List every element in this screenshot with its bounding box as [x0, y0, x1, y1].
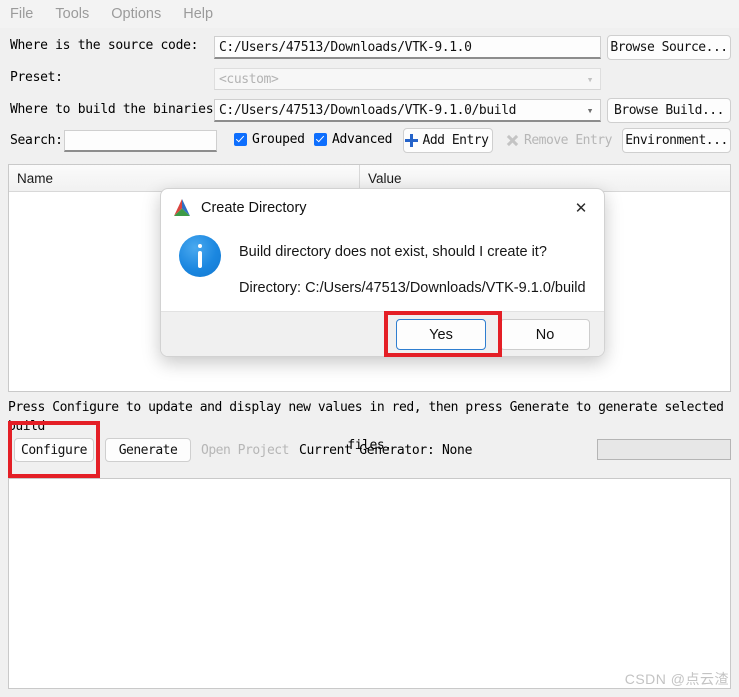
open-project-button[interactable]: Open Project	[198, 438, 292, 462]
source-code-row: Where is the source code:	[10, 38, 198, 53]
dialog-no-button[interactable]: No	[500, 319, 590, 350]
remove-x-icon	[506, 134, 519, 147]
build-dir-combo[interactable]: C:/Users/47513/Downloads/VTK-9.1.0/build…	[214, 99, 601, 122]
search-row: Search:	[10, 133, 63, 148]
chevron-down-icon: ▾	[586, 103, 594, 117]
source-code-input[interactable]: C:/Users/47513/Downloads/VTK-9.1.0	[214, 36, 601, 59]
source-code-label: Where is the source code:	[10, 38, 199, 53]
current-generator-label: Current Generator: None	[299, 443, 473, 458]
build-dir-label: Where to build the binaries:	[10, 102, 221, 117]
checkbox-checked-icon	[234, 133, 247, 146]
menu-bar: File Tools Options Help	[0, 0, 739, 28]
chevron-down-icon: ▾	[586, 72, 594, 86]
csdn-watermark: CSDN @点云渣	[624, 671, 729, 687]
build-dir-value: C:/Users/47513/Downloads/VTK-9.1.0/build	[219, 102, 517, 118]
checkbox-checked-icon	[314, 133, 327, 146]
dialog-body: Build directory does not exist, should I…	[161, 227, 604, 311]
grouped-label: Grouped	[252, 132, 305, 147]
output-log-panel[interactable]	[8, 478, 731, 689]
preset-value: <custom>	[219, 71, 279, 87]
browse-source-button[interactable]: Browse Source...	[607, 35, 731, 60]
build-dir-row: Where to build the binaries:	[10, 102, 221, 117]
preset-combo[interactable]: <custom> ▾	[214, 68, 601, 90]
configure-button[interactable]: Configure	[14, 438, 94, 462]
advanced-checkbox[interactable]: Advanced	[314, 132, 393, 147]
browse-build-button[interactable]: Browse Build...	[607, 98, 731, 123]
grouped-checkbox[interactable]: Grouped	[234, 132, 305, 147]
info-icon-stem	[198, 251, 202, 268]
status-hint-line1: Press Configure to update and display ne…	[8, 400, 724, 434]
create-directory-dialog: Create Directory ✕ Build directory does …	[160, 188, 605, 357]
dialog-directory-path: Directory: C:/Users/47513/Downloads/VTK-…	[239, 280, 586, 296]
top-form-area: Where is the source code: C:/Users/47513…	[0, 28, 739, 160]
dialog-yes-button[interactable]: Yes	[396, 319, 486, 350]
menu-file[interactable]: File	[10, 6, 33, 22]
menu-tools[interactable]: Tools	[55, 6, 89, 22]
menu-help[interactable]: Help	[183, 6, 213, 22]
preset-label: Preset:	[10, 70, 63, 85]
preset-row: Preset:	[10, 70, 63, 85]
add-entry-label: Add Entry	[422, 133, 489, 148]
dialog-title-bar: Create Directory ✕	[161, 189, 604, 227]
add-entry-button[interactable]: Add Entry	[403, 128, 493, 153]
remove-entry-button[interactable]: Remove Entry	[502, 128, 616, 153]
info-icon	[179, 235, 221, 277]
plus-icon	[404, 134, 418, 147]
generate-button[interactable]: Generate	[105, 438, 191, 462]
search-input[interactable]	[64, 130, 217, 152]
dialog-messages: Build directory does not exist, should I…	[239, 229, 586, 311]
dialog-message: Build directory does not exist, should I…	[239, 244, 547, 260]
search-label: Search:	[10, 133, 63, 148]
dialog-footer: Yes No	[161, 311, 604, 356]
advanced-label: Advanced	[332, 132, 393, 147]
close-icon[interactable]: ✕	[564, 193, 598, 223]
dialog-title: Create Directory	[201, 200, 307, 216]
progress-bar	[597, 439, 731, 460]
cmake-logo-icon	[174, 199, 190, 216]
remove-entry-label: Remove Entry	[524, 133, 612, 148]
info-icon-dot	[198, 244, 202, 248]
environment-button[interactable]: Environment...	[622, 128, 731, 153]
menu-options[interactable]: Options	[111, 6, 161, 22]
